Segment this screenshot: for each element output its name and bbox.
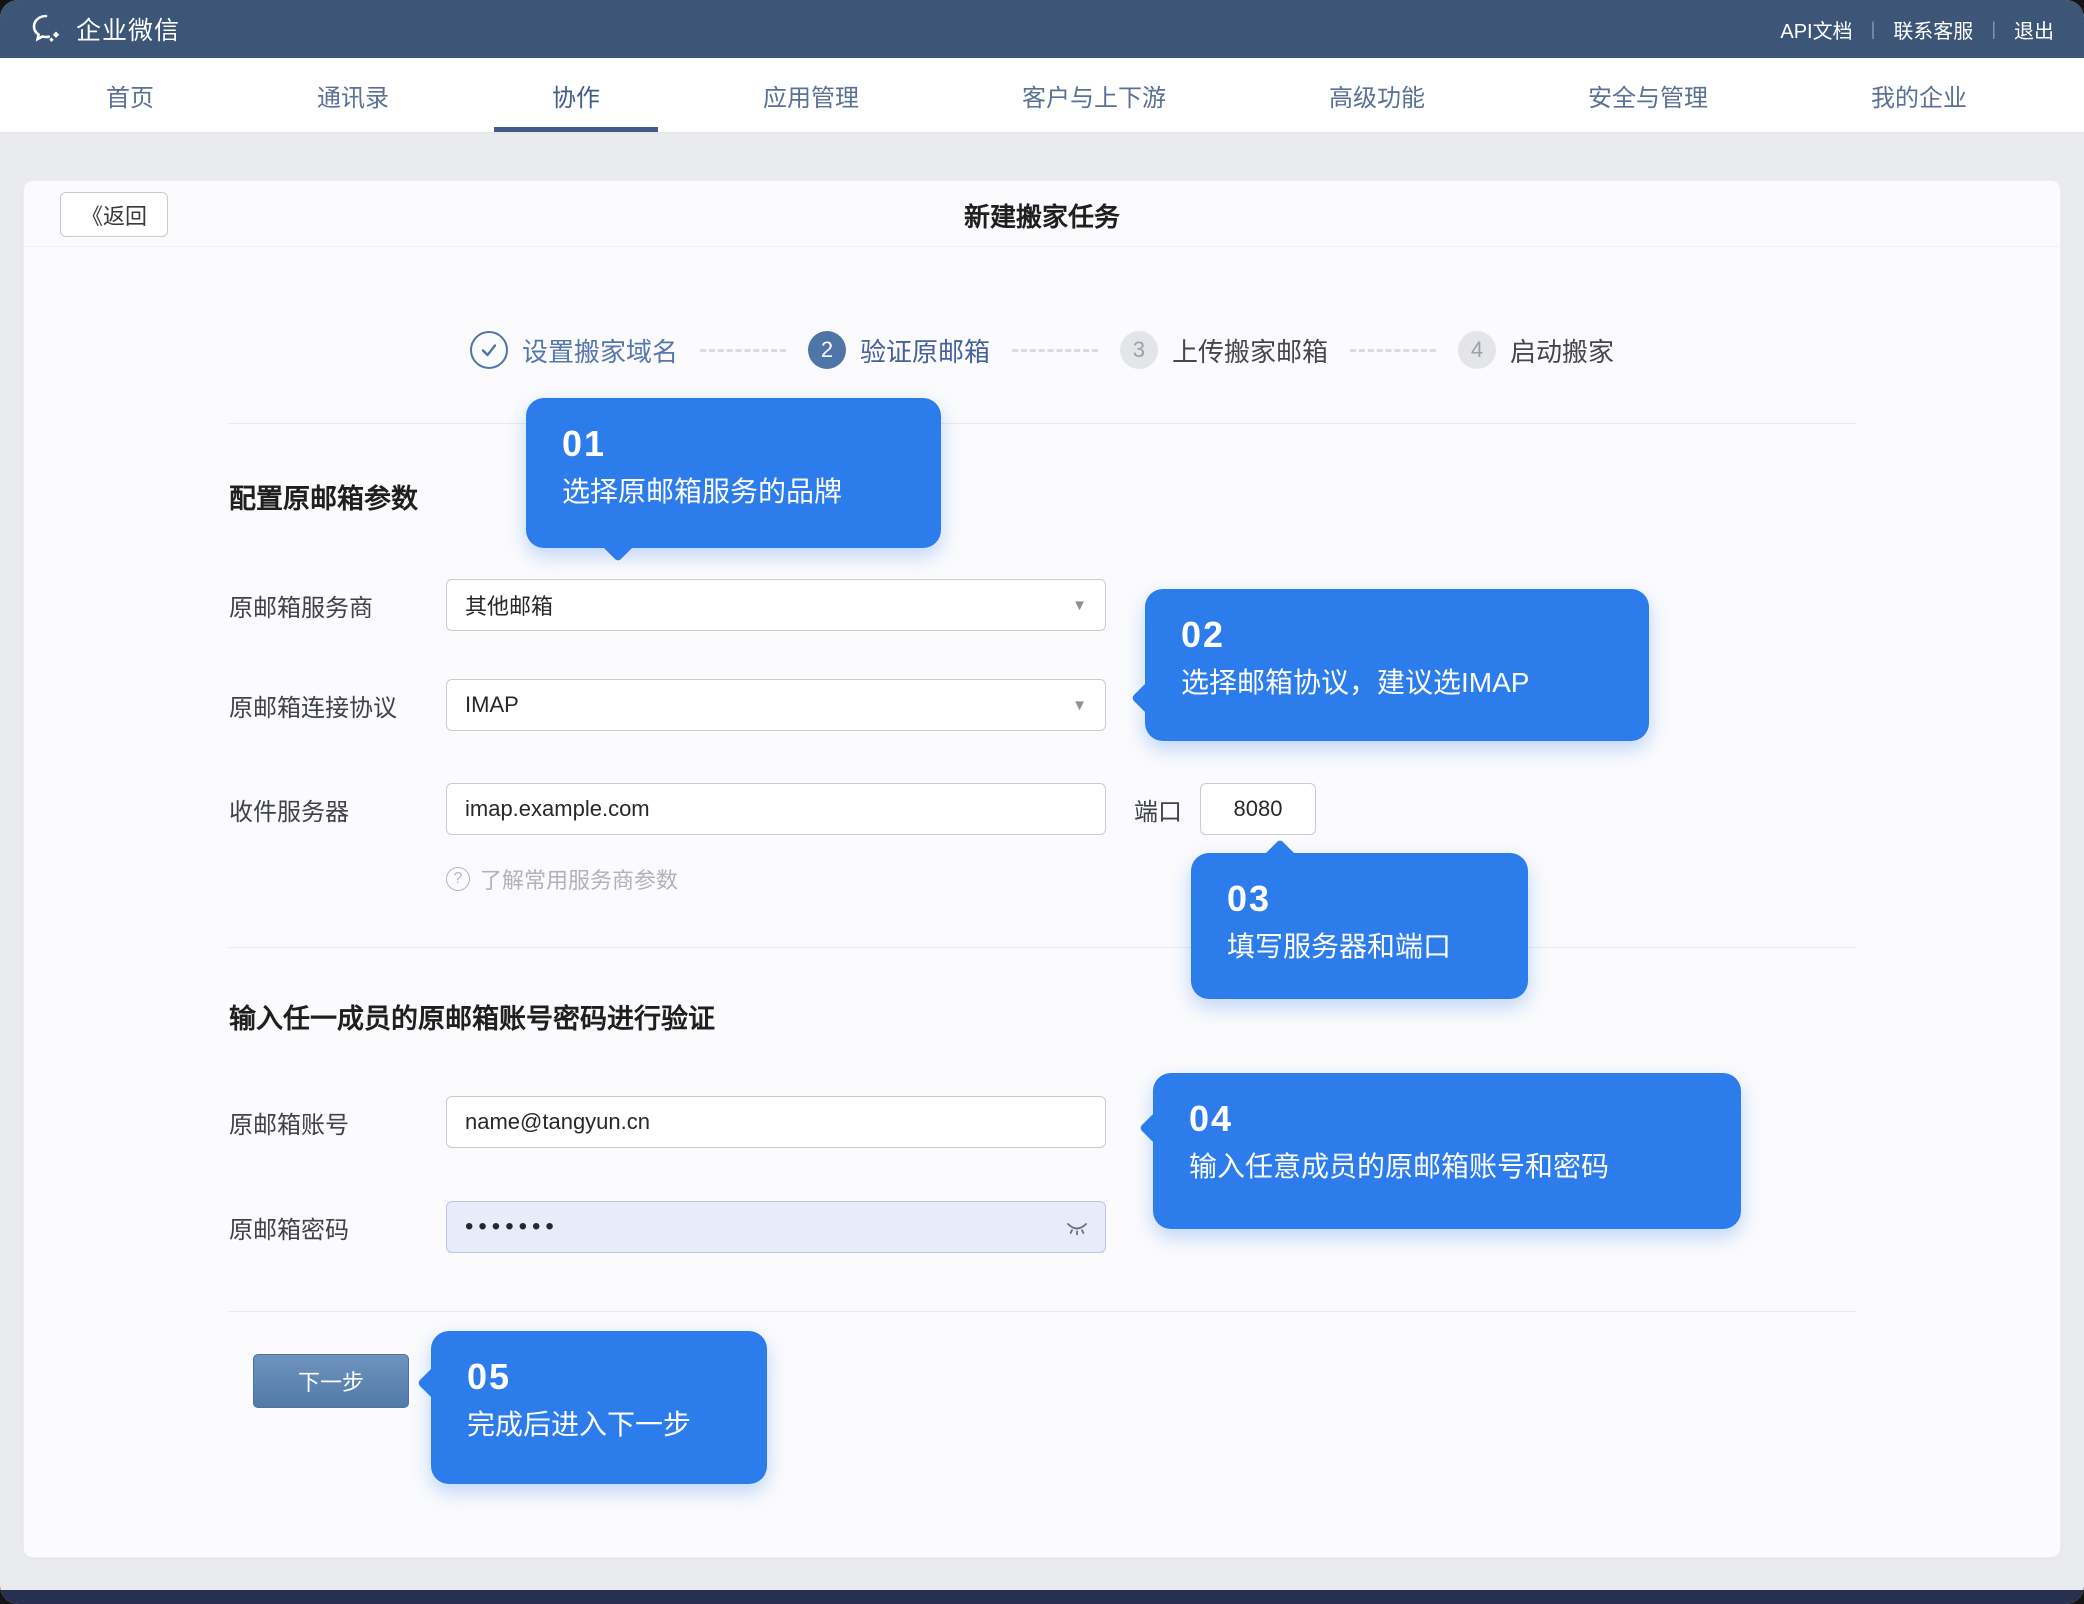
tooltip-number: 03 (1227, 879, 1492, 919)
page-title: 新建搬家任务 (24, 197, 2060, 234)
section-verify-title: 输入任一成员的原邮箱账号密码进行验证 (229, 997, 715, 1036)
protocol-label: 原邮箱连接协议 (229, 688, 446, 723)
step-label: 设置搬家域名 (522, 332, 678, 369)
tooltip-text: 输入任意成员的原邮箱账号和密码 (1189, 1149, 1705, 1185)
tooltip-number: 05 (467, 1357, 731, 1397)
tab-security[interactable]: 安全与管理 (1530, 58, 1766, 132)
tooltip-04: 04 输入任意成员的原邮箱账号和密码 (1153, 1073, 1741, 1229)
step-4-start-migration: 4 启动搬家 (1458, 331, 1614, 369)
tab-collaboration[interactable]: 协作 (494, 58, 658, 132)
tooltip-text: 完成后进入下一步 (467, 1407, 731, 1443)
separator: | (1991, 19, 1996, 40)
step-label: 启动搬家 (1510, 332, 1614, 369)
step-label: 验证原邮箱 (860, 332, 990, 369)
account-input[interactable] (446, 1096, 1106, 1148)
server-input[interactable] (446, 783, 1106, 835)
step-3-upload-mailboxes: 3 上传搬家邮箱 (1120, 331, 1328, 369)
step-connector (1350, 349, 1436, 352)
brand-name: 企业微信 (76, 11, 180, 47)
protocol-select[interactable]: IMAP ▼ (446, 679, 1106, 731)
step-1-check-icon (470, 331, 508, 369)
tooltip-05: 05 完成后进入下一步 (431, 1331, 767, 1484)
tab-app-management[interactable]: 应用管理 (705, 58, 917, 132)
step-connector (1012, 349, 1098, 352)
port-label: 端口 (1134, 792, 1182, 827)
tooltip-03: 03 填写服务器和端口 (1191, 853, 1528, 999)
divider (229, 1311, 1857, 1312)
chevron-down-icon: ▼ (1072, 697, 1087, 714)
tooltip-text: 填写服务器和端口 (1227, 929, 1492, 965)
provider-params-help[interactable]: ? 了解常用服务商参数 (446, 863, 678, 895)
protocol-row: 原邮箱连接协议 IMAP ▼ (229, 679, 1106, 731)
tab-advanced[interactable]: 高级功能 (1271, 58, 1483, 132)
step-1-set-domain: 设置搬家域名 (470, 331, 678, 369)
port-input[interactable] (1200, 783, 1316, 835)
provider-select[interactable]: 其他邮箱 ▼ (446, 579, 1106, 631)
tooltip-number: 04 (1189, 1099, 1705, 1139)
step-2-verify-mailbox: 2 验证原邮箱 (808, 331, 990, 369)
password-row: 原邮箱密码 (229, 1201, 1106, 1253)
tooltip-number: 02 (1181, 615, 1613, 655)
topbar: 企业微信 API文档 | 联系客服 | 退出 (0, 0, 2084, 58)
next-step-button[interactable]: 下一步 (253, 1354, 409, 1408)
brand-link[interactable]: 企业微信 (30, 11, 180, 47)
step-4-number: 4 (1458, 331, 1496, 369)
step-3-number: 3 (1120, 331, 1158, 369)
step-indicator: 设置搬家域名 2 验证原邮箱 3 上传搬家邮箱 4 启动搬家 (24, 331, 2060, 369)
contact-support-link[interactable]: 联系客服 (1893, 15, 1973, 44)
password-input[interactable] (446, 1201, 1106, 1253)
tab-my-company[interactable]: 我的企业 (1813, 58, 2025, 132)
bottom-footer-strip (0, 1590, 2084, 1604)
wecom-admin-screen: 企业微信 API文档 | 联系客服 | 退出 首页 通讯录 协作 应用管理 客户… (0, 0, 2084, 1604)
step-connector (700, 349, 786, 352)
tooltip-number: 01 (562, 424, 905, 464)
tooltip-text: 选择邮箱协议，建议选IMAP (1181, 665, 1613, 701)
logout-link[interactable]: 退出 (2014, 15, 2054, 44)
protocol-value: IMAP (465, 692, 519, 718)
server-row: 收件服务器 端口 (229, 783, 1316, 835)
divider (229, 947, 1857, 948)
password-field-wrap (446, 1201, 1106, 1253)
separator: | (1871, 19, 1876, 40)
provider-value: 其他邮箱 (465, 589, 553, 621)
main-nav: 首页 通讯录 协作 应用管理 客户与上下游 高级功能 安全与管理 我的企业 (0, 58, 2084, 133)
tooltip-02: 02 选择邮箱协议，建议选IMAP (1145, 589, 1649, 741)
tab-customers[interactable]: 客户与上下游 (964, 58, 1224, 132)
password-label: 原邮箱密码 (229, 1210, 446, 1245)
server-label: 收件服务器 (229, 792, 446, 827)
help-text: 了解常用服务商参数 (480, 863, 678, 895)
tooltip-01: 01 选择原邮箱服务的品牌 (526, 398, 941, 548)
password-visibility-icon[interactable] (1064, 1214, 1090, 1245)
question-icon: ? (446, 867, 470, 891)
tab-home[interactable]: 首页 (48, 58, 212, 132)
tab-contacts[interactable]: 通讯录 (259, 58, 447, 132)
topbar-links: API文档 | 联系客服 | 退出 (1780, 15, 2054, 44)
tooltip-text: 选择原邮箱服务的品牌 (562, 474, 905, 510)
account-row: 原邮箱账号 (229, 1096, 1106, 1148)
account-label: 原邮箱账号 (229, 1105, 446, 1140)
migration-task-card: 《返回 新建搬家任务 设置搬家域名 2 验证原邮箱 3 上传搬家邮箱 (23, 180, 2061, 1558)
section-config-title: 配置原邮箱参数 (229, 477, 418, 516)
step-label: 上传搬家邮箱 (1172, 332, 1328, 369)
provider-row: 原邮箱服务商 其他邮箱 ▼ (229, 579, 1106, 631)
provider-label: 原邮箱服务商 (229, 588, 446, 623)
chevron-down-icon: ▼ (1072, 597, 1087, 614)
wecom-logo-icon (30, 12, 64, 46)
card-header: 《返回 新建搬家任务 (24, 181, 2060, 247)
api-docs-link[interactable]: API文档 (1780, 15, 1852, 44)
divider (229, 423, 1857, 424)
step-2-number: 2 (808, 331, 846, 369)
